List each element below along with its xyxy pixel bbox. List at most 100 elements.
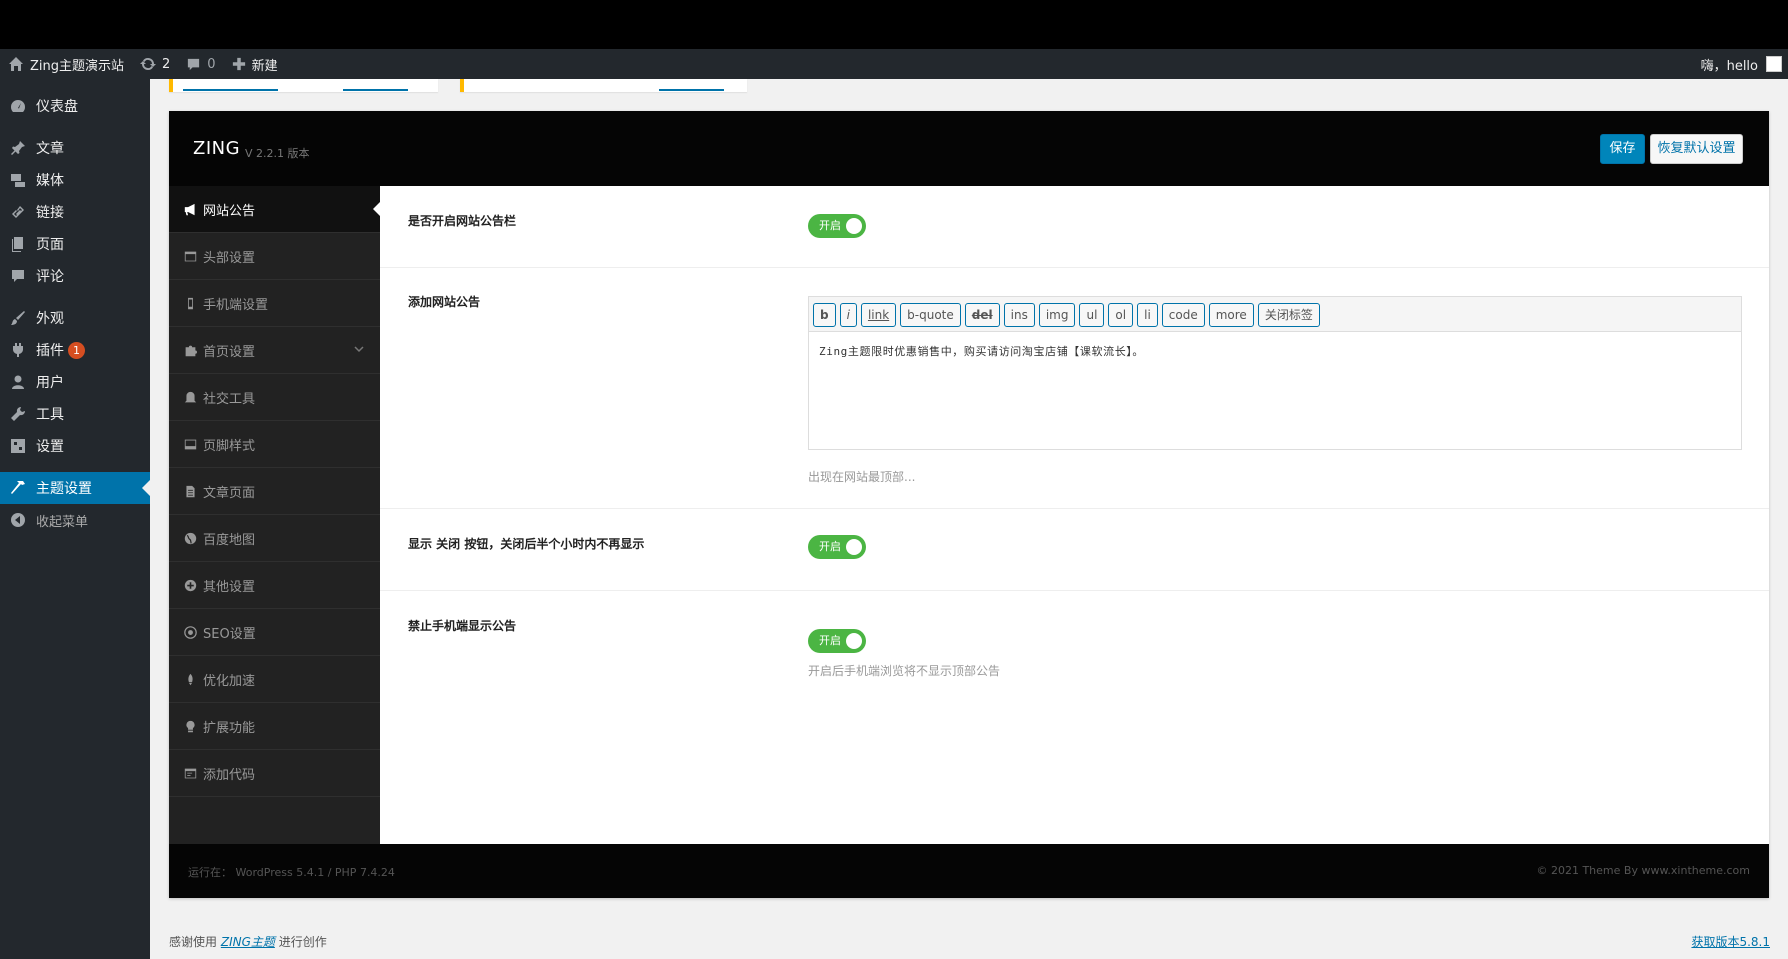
nav-label: 头部设置 bbox=[203, 250, 256, 266]
toggle-knob bbox=[846, 218, 862, 234]
plus-icon bbox=[232, 57, 245, 71]
home-icon bbox=[9, 57, 23, 71]
nav-label: SEO设置 bbox=[203, 626, 256, 642]
editor-toolbar: b i link b-quote del ins img ul ol li co… bbox=[809, 297, 1741, 332]
social-icon bbox=[184, 391, 197, 402]
field-description: 出现在网站最顶部... bbox=[808, 470, 916, 484]
get-version-link[interactable]: 获取版本5.8.1 bbox=[1691, 933, 1770, 950]
menu-item-media[interactable]: 媒体 bbox=[0, 164, 150, 196]
hide-mobile-toggle[interactable]: 开启 bbox=[808, 629, 866, 653]
toggle-knob bbox=[846, 633, 862, 649]
comments-link[interactable]: 0 bbox=[178, 49, 223, 79]
runtime-info: 运行在： WordPress 5.4.1 / PHP 7.4.24 bbox=[188, 866, 395, 879]
italic-button[interactable]: i bbox=[839, 303, 857, 327]
nav-item-code[interactable]: 添加代码 bbox=[169, 750, 380, 797]
nav-item-baidu-map[interactable]: 百度地图 bbox=[169, 515, 380, 562]
new-content-link[interactable]: 新建 bbox=[224, 49, 286, 79]
nav-item-social[interactable]: 社交工具 bbox=[169, 374, 380, 421]
toggle-label: 开启 bbox=[819, 540, 841, 553]
nav-item-article[interactable]: 文章页面 bbox=[169, 468, 380, 515]
menu-label: 主题设置 bbox=[36, 481, 92, 497]
notice-textarea[interactable]: Zing主题限时优惠销售中，购买请访问淘宝店铺【课软流长】。 bbox=[819, 343, 1144, 359]
nav-item-seo[interactable]: SEO设置 bbox=[169, 609, 380, 656]
li-button[interactable]: li bbox=[1137, 303, 1158, 327]
menu-item-comments[interactable]: 评论 bbox=[0, 260, 150, 292]
nav-item-other[interactable]: 其他设置 bbox=[169, 562, 380, 609]
more-button[interactable]: more bbox=[1208, 303, 1254, 327]
main-content: ZING V 2.2.1 版本 保存 恢复默认设置 网站公告 头部设置 手机端设… bbox=[150, 79, 1788, 959]
menu-label: 页面 bbox=[36, 237, 64, 253]
plugin-icon bbox=[13, 343, 23, 357]
ul-button[interactable]: ul bbox=[1079, 303, 1105, 327]
menu-label: 插件 bbox=[36, 343, 64, 359]
ins-button[interactable]: ins bbox=[1003, 303, 1035, 327]
field-label: 是否开启网站公告栏 bbox=[408, 214, 517, 228]
menu-item-links[interactable]: 链接 bbox=[0, 196, 150, 228]
user-icon bbox=[12, 375, 24, 389]
bold-button[interactable]: b bbox=[813, 303, 836, 327]
menu-item-plugins[interactable]: 插件 1 bbox=[0, 334, 150, 366]
field-label: 添加网站公告 bbox=[408, 295, 481, 309]
menu-item-posts[interactable]: 文章 bbox=[0, 132, 150, 164]
thanks-suffix: 进行创作 bbox=[278, 935, 327, 949]
megaphone-icon bbox=[184, 203, 195, 215]
media-icon bbox=[11, 174, 25, 187]
site-name-link[interactable]: Zing主题演示站 bbox=[0, 49, 132, 79]
menu-label: 文章 bbox=[36, 141, 64, 157]
copyright: © 2021 Theme By www.xintheme.com bbox=[1536, 864, 1750, 877]
theme-version: V 2.2.1 版本 bbox=[245, 147, 310, 160]
nav-item-mobile[interactable]: 手机端设置 bbox=[169, 280, 380, 327]
nav-item-extensions[interactable]: 扩展功能 bbox=[169, 703, 380, 750]
menu-label: 外观 bbox=[36, 311, 64, 327]
del-button[interactable]: del bbox=[964, 303, 1000, 327]
updates-icon bbox=[140, 57, 157, 71]
plus-circle-icon bbox=[184, 579, 197, 591]
nav-label: 其他设置 bbox=[203, 579, 256, 595]
plugin-update-badge: 1 bbox=[68, 341, 85, 359]
seo-icon bbox=[184, 625, 197, 639]
close-tags-button[interactable]: 关闭标签 bbox=[1257, 303, 1320, 327]
mobile-icon bbox=[188, 297, 193, 309]
menu-item-users[interactable]: 用户 bbox=[0, 366, 150, 398]
link-button[interactable]: link bbox=[860, 303, 897, 327]
nav-label: 优化加速 bbox=[203, 673, 256, 689]
updates-link[interactable]: 2 bbox=[132, 49, 178, 79]
blockquote-button[interactable]: b-quote bbox=[900, 303, 961, 327]
site-name: Zing主题演示站 bbox=[30, 58, 125, 74]
enable-notice-toggle[interactable]: 开启 bbox=[808, 214, 866, 238]
admin-menu: 仪表盘 文章 媒体 链接 页面 评论 外观 插件 1 用户 工具 设置 主题设置… bbox=[0, 79, 150, 959]
field-label: 禁止手机端显示公告 bbox=[408, 619, 517, 633]
theme-link[interactable]: ZING主题 bbox=[221, 935, 275, 949]
collapse-menu-button[interactable]: 收起菜单 bbox=[0, 504, 150, 536]
nav-item-optimize[interactable]: 优化加速 bbox=[169, 656, 380, 703]
avatar[interactable] bbox=[1766, 56, 1782, 72]
nav-item-homepage[interactable]: 首页设置 bbox=[169, 327, 380, 374]
save-button[interactable]: 保存 bbox=[1600, 134, 1645, 164]
menu-item-appearance[interactable]: 外观 bbox=[0, 302, 150, 334]
article-icon bbox=[186, 485, 195, 497]
collapse-icon bbox=[11, 513, 25, 527]
show-close-toggle[interactable]: 开启 bbox=[808, 535, 866, 559]
nav-item-notice[interactable]: 网站公告 bbox=[169, 186, 380, 233]
nav-label: 文章页面 bbox=[203, 485, 256, 501]
page-icon bbox=[12, 237, 23, 252]
code-button[interactable]: code bbox=[1161, 303, 1205, 327]
my-account-link[interactable]: 嗨，hello bbox=[1701, 49, 1758, 79]
panel-header: ZING V 2.2.1 版本 保存 恢复默认设置 bbox=[169, 111, 1769, 186]
menu-item-settings[interactable]: 设置 bbox=[0, 430, 150, 462]
menu-label: 收起菜单 bbox=[36, 514, 89, 530]
nav-item-header[interactable]: 头部设置 bbox=[169, 233, 380, 280]
menu-label: 仪表盘 bbox=[36, 99, 78, 115]
menu-item-theme-settings[interactable]: 主题设置 bbox=[0, 472, 150, 504]
link-icon bbox=[12, 206, 24, 218]
nav-label: 百度地图 bbox=[203, 532, 256, 548]
ol-button[interactable]: ol bbox=[1108, 303, 1134, 327]
menu-item-pages[interactable]: 页面 bbox=[0, 228, 150, 260]
menu-item-tools[interactable]: 工具 bbox=[0, 398, 150, 430]
reset-defaults-button[interactable]: 恢复默认设置 bbox=[1650, 134, 1743, 164]
field-description: 开启后手机端浏览将不显示顶部公告 bbox=[808, 664, 1001, 678]
nav-item-footer[interactable]: 页脚样式 bbox=[169, 421, 380, 468]
menu-item-dashboard[interactable]: 仪表盘 bbox=[0, 90, 150, 122]
brush-icon bbox=[11, 311, 25, 325]
img-button[interactable]: img bbox=[1038, 303, 1076, 327]
